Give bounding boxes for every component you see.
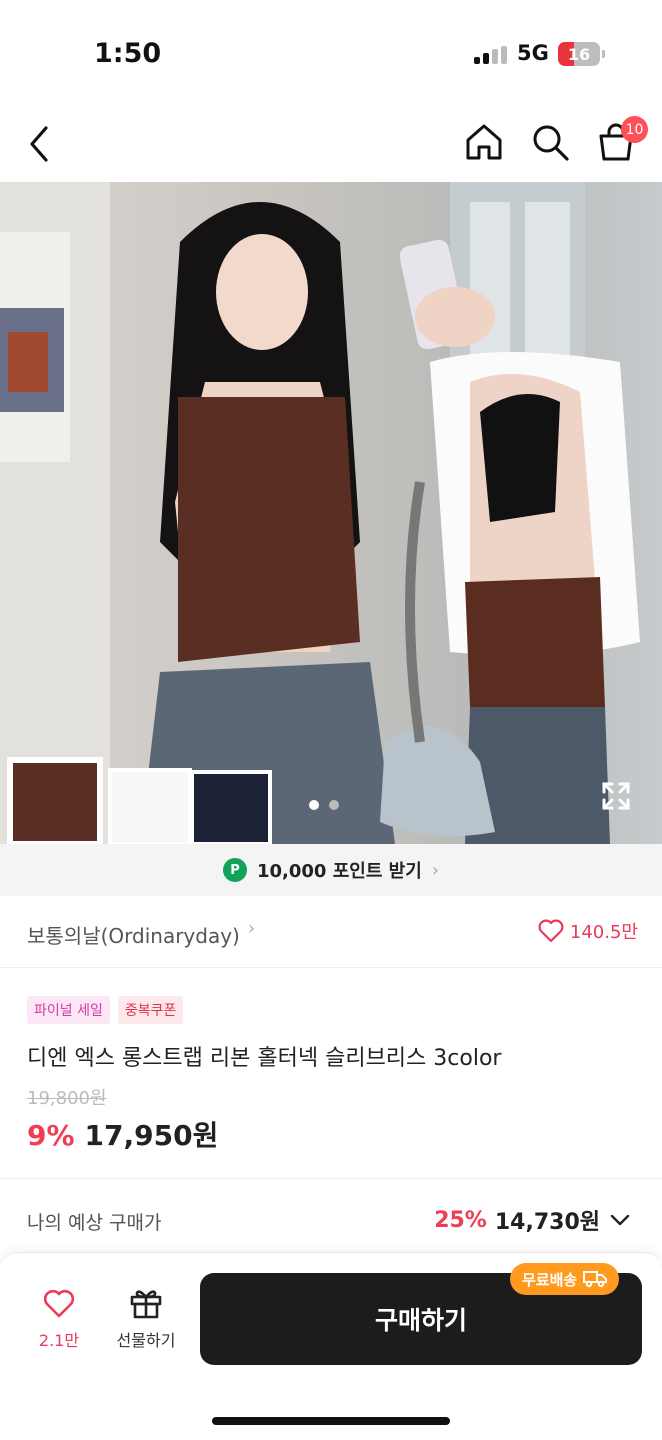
expected-price-row[interactable]: 나의 예상 구매가 25% 14,730원: [0, 1190, 662, 1250]
heart-icon: [538, 919, 564, 943]
page-dot-active[interactable]: [309, 800, 319, 810]
points-banner[interactable]: P 10,000 포인트 받기 ›: [0, 844, 662, 896]
discount-rate: 9%: [27, 1119, 75, 1152]
product-title: 디엔 엑스 롱스트랩 리본 홀터넥 슬리브리스 3color: [27, 1046, 502, 1071]
points-icon: P: [223, 858, 247, 882]
product-photo: [0, 182, 640, 844]
back-icon[interactable]: [26, 124, 54, 164]
heart-icon: [43, 1289, 75, 1318]
search-icon[interactable]: [530, 122, 570, 162]
battery-level: 16: [567, 44, 591, 64]
store-like-count: 140.5만: [569, 922, 638, 943]
expected-price-value: 25% 14,730원: [434, 1204, 632, 1236]
expected-price: 14,730원: [494, 1210, 600, 1235]
tag-final-sale: 파이널 세일: [27, 996, 110, 1024]
network-label: 5G: [517, 41, 549, 65]
chevron-right-icon: ›: [431, 859, 439, 881]
tag-coupon: 중복쿠폰: [117, 996, 184, 1024]
expand-icon[interactable]: [600, 780, 632, 812]
expected-price-label: 나의 예상 구매가: [27, 1212, 162, 1234]
expected-discount: 25%: [434, 1207, 487, 1233]
truck-icon: [583, 1271, 608, 1288]
promo-tags: 파이널 세일 중복쿠폰: [27, 996, 184, 1024]
wishlist-button[interactable]: 2.1만: [30, 1289, 88, 1351]
chevron-down-icon[interactable]: [608, 1208, 632, 1232]
sale-price: 17,950원: [84, 1119, 219, 1152]
points-label: 10,000 포인트 받기: [257, 861, 422, 882]
product-image[interactable]: [0, 182, 662, 844]
store-name[interactable]: 보통의날(Ordinaryday): [27, 920, 240, 949]
image-pagination: [309, 800, 339, 810]
page-dot[interactable]: [329, 800, 339, 810]
cart-count-badge: 10: [621, 116, 648, 143]
bottom-action-bar: 2.1만 선물하기 구매하기 무료배송: [0, 1252, 662, 1440]
gift-icon: [130, 1290, 162, 1319]
gift-label: 선물하기: [116, 1331, 176, 1350]
home-indicator: [212, 1417, 450, 1425]
original-price: 19,800원: [27, 1088, 107, 1109]
home-icon[interactable]: [464, 122, 504, 162]
top-nav: [0, 108, 662, 182]
wishlist-count: 2.1만: [38, 1331, 80, 1350]
store-row: 보통의날(Ordinaryday) › 140.5만: [0, 896, 662, 968]
chevron-right-icon[interactable]: ›: [248, 918, 255, 939]
gift-button[interactable]: 선물하기: [106, 1287, 186, 1351]
divider: [0, 1178, 662, 1179]
status-time: 1:50: [94, 38, 162, 69]
price-row: 9% 17,950원: [27, 1114, 218, 1154]
free-shipping-badge: 무료배송: [510, 1263, 620, 1295]
store-like-button[interactable]: 140.5만: [538, 918, 638, 944]
signal-icon: [474, 46, 508, 64]
battery-icon: 16: [558, 42, 605, 66]
free-shipping-label: 무료배송: [522, 1270, 578, 1289]
status-bar: 1:50 5G 16: [0, 0, 662, 108]
